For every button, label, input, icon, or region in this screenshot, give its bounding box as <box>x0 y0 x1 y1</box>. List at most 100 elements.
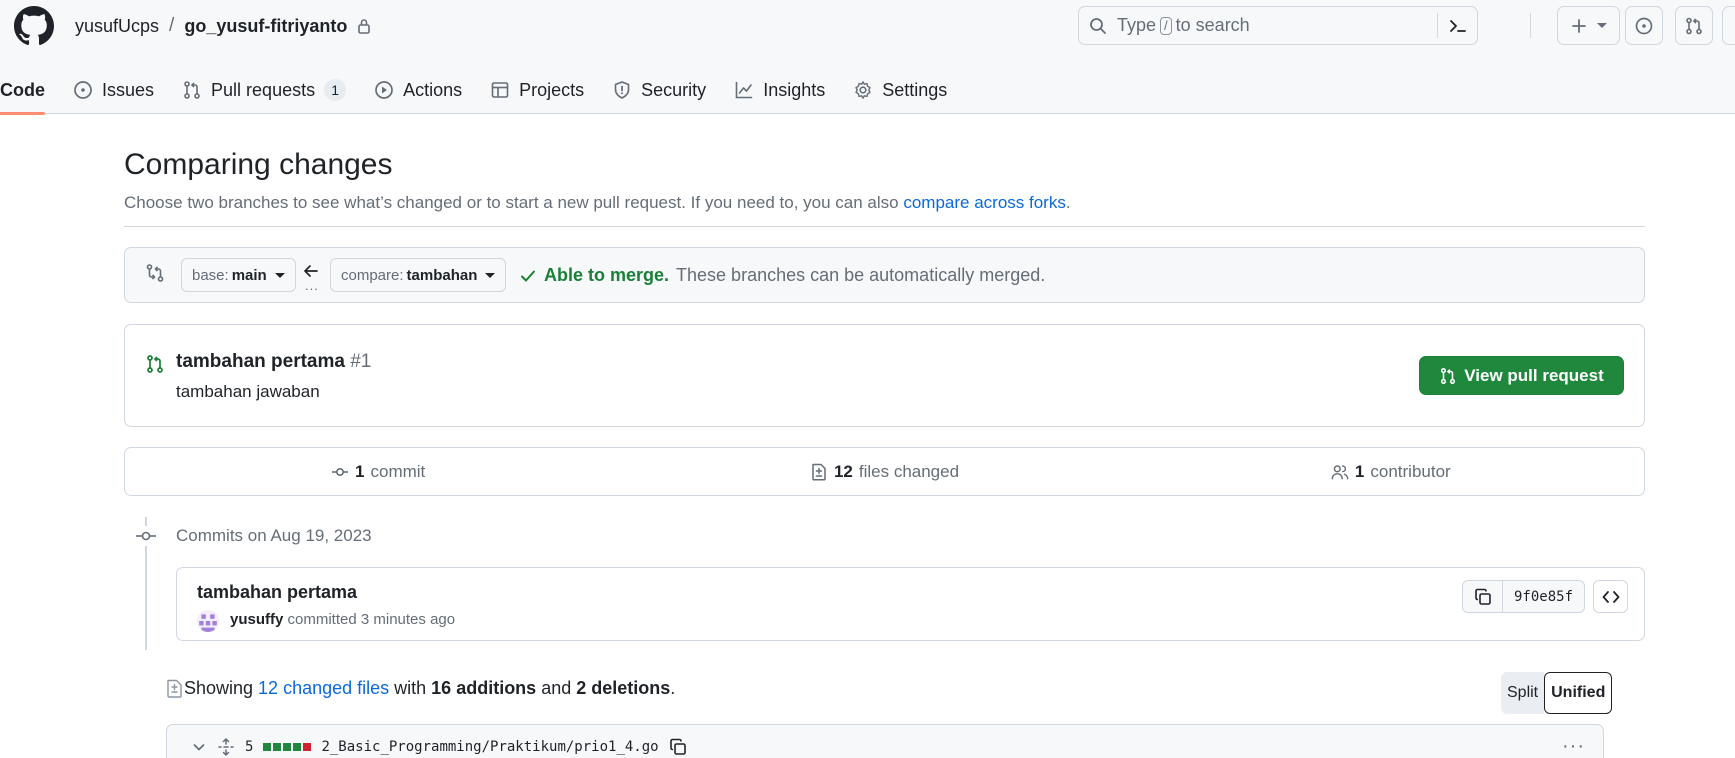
tab-projects[interactable]: Projects <box>490 66 584 114</box>
repo-nav-tabs: Code Issues Pull requests 1 Actions Proj… <box>0 66 975 115</box>
additions-count: 16 additions <box>431 678 537 698</box>
terminal-icon <box>1449 19 1466 32</box>
compare-branch-label: compare: <box>341 266 404 284</box>
repo-header: yusufUcps / go_yusuf-fitriyanto Type / t… <box>0 0 1735 115</box>
inbox-button[interactable] <box>1722 6 1735 45</box>
tab-settings[interactable]: Settings <box>853 66 947 114</box>
search-input[interactable]: Type / to search <box>1078 6 1478 45</box>
base-branch-label: base: <box>192 266 229 284</box>
search-icon <box>1090 17 1106 34</box>
compare-branch-select[interactable]: compare: tambahan <box>330 258 507 292</box>
tab-pull-requests-label: Pull requests <box>211 79 316 100</box>
graph-icon <box>735 81 753 99</box>
unified-view-button[interactable]: Unified <box>1544 672 1613 714</box>
browse-repository-button[interactable] <box>1593 580 1628 613</box>
avatar[interactable] <box>197 610 219 632</box>
copy-icon[interactable] <box>669 738 687 756</box>
page-title: Comparing changes <box>124 148 393 181</box>
files-summary-with: with <box>394 678 427 698</box>
search-placeholder-prefix: Type <box>1117 15 1157 35</box>
create-new-button[interactable] <box>1557 6 1620 45</box>
commits-count: 1 <box>355 461 365 481</box>
command-palette-button[interactable] <box>1437 13 1477 38</box>
contributors-stat[interactable]: 1 contributor <box>1138 448 1644 495</box>
tab-insights[interactable]: Insights <box>734 66 825 114</box>
breadcrumb: yusufUcps / go_yusuf-fitriyanto <box>75 15 371 37</box>
lock-icon <box>358 19 371 34</box>
files-changed-count: 12 <box>833 461 853 481</box>
changed-files-link[interactable]: 12 changed files <box>258 678 389 699</box>
files-changed-stat[interactable]: 12 files changed <box>631 448 1137 495</box>
view-pull-request-button[interactable]: View pull request <box>1419 356 1624 395</box>
issue-opened-icon <box>74 81 92 99</box>
repo-name-link[interactable]: go_yusuf-fitriyanto <box>184 16 347 37</box>
files-summary-and: and <box>541 678 572 698</box>
tab-settings-label: Settings <box>882 79 948 100</box>
chevron-down-icon <box>274 272 285 278</box>
page-description-text: Choose two branches to see what’s change… <box>124 193 899 212</box>
chevron-down-icon <box>485 272 496 278</box>
contributors-label: contributor <box>1370 461 1451 481</box>
git-compare-icon <box>146 264 164 282</box>
commit-author-link[interactable]: yusuffy <box>230 611 283 628</box>
copy-sha-button[interactable] <box>1463 581 1503 612</box>
issue-opened-icon <box>1635 17 1653 34</box>
chevron-down-icon[interactable] <box>191 739 207 755</box>
github-logo-icon[interactable] <box>14 6 54 46</box>
merge-status-text: These branches can be automatically merg… <box>676 265 1046 285</box>
unfold-icon[interactable] <box>217 738 235 756</box>
tab-security-label: Security <box>641 79 707 100</box>
pull-requests-button[interactable] <box>1675 6 1713 45</box>
pull-request-number: #1 <box>350 351 372 372</box>
range-dots: ... <box>305 278 319 293</box>
shield-icon <box>614 81 630 99</box>
merge-ok-label: Able to merge. <box>544 265 670 285</box>
tab-code[interactable]: Code <box>0 66 45 115</box>
gear-icon <box>855 81 871 99</box>
split-view-button[interactable]: Split <box>1501 672 1545 714</box>
code-icon <box>1602 590 1619 603</box>
commit-sha-link[interactable]: 9f0e85f <box>1503 589 1584 605</box>
compare-across-forks-link[interactable]: compare across forks <box>903 193 1066 212</box>
files-summary-end: . <box>670 678 676 698</box>
commits-stat[interactable]: 1 commit <box>125 448 631 495</box>
page-description-end: . <box>1065 193 1071 212</box>
tab-code-label: Code <box>0 79 45 100</box>
git-commit-icon <box>136 526 156 546</box>
tab-insights-label: Insights <box>763 79 826 100</box>
diffstat-added-block <box>293 743 302 751</box>
check-icon <box>521 270 535 281</box>
search-placeholder-suffix: to search <box>1175 15 1250 35</box>
pull-request-description: tambahan jawaban <box>176 382 320 401</box>
commits-date-heading: Commits on Aug 19, 2023 <box>176 526 372 545</box>
plus-icon <box>1571 18 1586 33</box>
people-icon <box>1331 464 1349 479</box>
commit-title-link[interactable]: tambahan pertama <box>197 582 357 603</box>
diff-view-toggle: Split Unified <box>1501 672 1613 714</box>
commits-label: commit <box>370 461 426 481</box>
kebab-horizontal-icon[interactable]: ··· <box>1562 735 1585 758</box>
base-branch-select[interactable]: base: main <box>181 258 296 292</box>
files-summary: Showing 12 changed files with 16 additio… <box>166 678 675 699</box>
pull-requests-count-badge: 1 <box>324 79 347 101</box>
files-changed-label: files changed <box>858 461 960 481</box>
page-description: Choose two branches to see what’s change… <box>124 193 1071 213</box>
pull-request-title[interactable]: tambahan pertama #1 <box>176 351 371 373</box>
git-pull-request-icon <box>1441 367 1456 384</box>
existing-pull-request: tambahan pertama #1 tambahan jawaban Vie… <box>124 324 1645 427</box>
header-divider <box>1530 13 1531 38</box>
title-divider <box>124 226 1645 227</box>
compare-branch-name: tambahan <box>406 266 478 284</box>
tab-pull-requests[interactable]: Pull requests 1 <box>182 66 347 114</box>
file-path-link[interactable]: 2_Basic_Programming/Praktikum/prio1_4.go <box>321 739 658 755</box>
issues-button[interactable] <box>1625 6 1663 45</box>
file-diff-icon <box>812 463 826 481</box>
commit-item: tambahan pertama yusuffy committed 3 min… <box>176 567 1645 641</box>
file-changes-count: 5 <box>245 739 254 755</box>
tab-actions[interactable]: Actions <box>374 66 462 114</box>
search-shortcut-key: / <box>1160 16 1172 35</box>
tab-security[interactable]: Security <box>612 66 706 114</box>
file-diff-header: 5 2_Basic_Programming/Praktikum/prio1_4.… <box>166 724 1604 758</box>
tab-issues[interactable]: Issues <box>73 66 154 114</box>
repo-owner-link[interactable]: yusufUcps <box>75 16 159 37</box>
